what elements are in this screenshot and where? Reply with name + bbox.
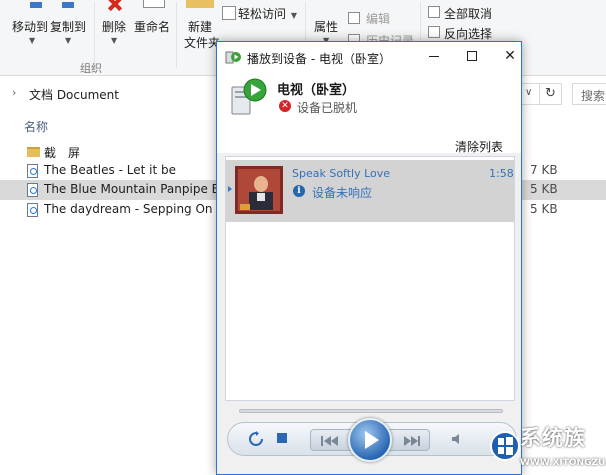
windows-logo-icon — [490, 431, 520, 461]
select-none-icon — [428, 6, 440, 18]
rename-icon — [143, 0, 165, 8]
error-icon: ✕ — [279, 100, 291, 112]
device-status: 设备已脱机 — [297, 101, 358, 115]
track-status: 设备未响应 — [312, 186, 373, 200]
folder-icon — [27, 147, 40, 157]
play-icon — [365, 431, 379, 449]
clear-list-link[interactable]: 清除列表 — [455, 138, 503, 155]
copy-to-dropdown[interactable]: ▼ — [64, 32, 71, 46]
album-art — [235, 166, 283, 214]
dialog-titlebar[interactable]: 播放到设备 - 电视（卧室） ✕ — [217, 42, 521, 73]
track-duration: 1:58 — [489, 167, 514, 180]
now-playing-icon — [228, 186, 232, 192]
next-icon — [404, 436, 420, 446]
file-name: 截 屏 — [44, 146, 81, 160]
audio-file-icon — [27, 183, 38, 197]
chevron-down-icon: ∨ — [525, 87, 533, 98]
repeat-icon[interactable] — [248, 431, 264, 447]
playback-controls — [227, 418, 517, 462]
edit-button[interactable]: 编辑 — [366, 10, 390, 27]
screen: 移动到 ▼ 复制到 ▼ 删除 ▼ 重命名 新建 文件夹 轻松访问 ▼ 属性 ▼ … — [0, 0, 606, 475]
playlist: Speak Softly Love 1:58 i 设备未响应 — [225, 156, 515, 401]
delete-icon — [104, 0, 126, 10]
playlist-item[interactable]: Speak Softly Love 1:58 i 设备未响应 — [226, 160, 514, 222]
media-device-icon — [231, 78, 267, 115]
rename-button[interactable]: 重命名 — [134, 18, 170, 35]
search-input[interactable]: 搜索 — [572, 83, 606, 105]
play-to-dialog: 播放到设备 - 电视（卧室） ✕ 电视（卧室） ✕ 设备已脱机 清除列表 Spe… — [216, 41, 522, 475]
easy-access-icon — [222, 6, 236, 20]
info-icon: i — [293, 185, 305, 197]
next-button[interactable] — [386, 429, 430, 451]
maximize-icon — [467, 51, 477, 61]
watermark-url: WWW.XITONGZU.COM — [520, 458, 606, 468]
file-size: 5 KB — [530, 182, 558, 196]
close-icon: ✕ — [504, 48, 516, 64]
new-folder-icon — [186, 0, 214, 8]
file-name: The Blue Mountain Panpipe Ense — [44, 182, 241, 196]
invert-selection-button[interactable]: 反向选择 — [444, 25, 492, 42]
watermark-brand: 系统族 — [520, 426, 586, 450]
file-size: 5 KB — [530, 202, 558, 216]
device-name: 电视（卧室） — [277, 83, 356, 98]
new-folder-label-line2: 文件夹 — [184, 36, 221, 50]
track-title: Speak Softly Love — [292, 167, 391, 180]
stop-button[interactable] — [277, 433, 287, 443]
file-size: 7 KB — [530, 163, 558, 177]
audio-file-icon — [27, 203, 38, 217]
file-name: The Beatles - Let it be — [44, 163, 176, 177]
ribbon-separator — [94, 2, 95, 68]
volume-icon[interactable] — [450, 431, 466, 447]
play-button[interactable] — [348, 418, 392, 462]
audio-file-icon — [27, 164, 38, 178]
watermark-logo: 系统族 WWW.XITONGZU.COM — [490, 420, 606, 475]
ribbon-separator — [176, 2, 177, 68]
dialog-title: 播放到设备 - 电视（卧室） — [247, 52, 391, 66]
new-folder-button[interactable]: 新建 — [188, 18, 212, 35]
refresh-button[interactable]: ↻ — [540, 83, 562, 105]
delete-dropdown[interactable]: ▼ — [110, 32, 117, 46]
ribbon-group-label: 组织 — [80, 62, 102, 75]
move-to-icon — [30, 2, 42, 8]
edit-icon — [348, 12, 360, 24]
copy-to-icon — [62, 2, 74, 8]
select-none-button[interactable]: 全部取消 — [444, 5, 492, 22]
chevron-right-icon[interactable]: › — [12, 86, 16, 99]
file-name: The daydream - Sepping On The — [44, 202, 239, 216]
move-to-dropdown[interactable]: ▼ — [28, 32, 35, 46]
seek-bar[interactable] — [239, 409, 503, 413]
invert-selection-icon — [428, 26, 440, 38]
column-header-name[interactable]: 名称 — [24, 118, 48, 135]
minimize-icon — [429, 55, 439, 57]
easy-access-button[interactable]: 轻松访问 ▼ — [238, 5, 297, 22]
breadcrumb[interactable]: 文档 Document — [29, 86, 119, 103]
address-dropdown-button[interactable]: ∨ — [520, 83, 540, 105]
close-button[interactable]: ✕ — [487, 42, 533, 73]
play-to-icon — [225, 51, 241, 64]
